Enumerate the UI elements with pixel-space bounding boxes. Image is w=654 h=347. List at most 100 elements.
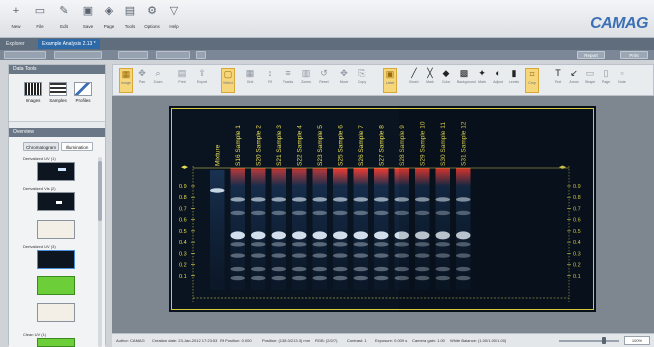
thumbnail-1[interactable] xyxy=(37,162,75,181)
mark2-icon: ✦ xyxy=(478,68,486,78)
tool-pan-button[interactable]: ✥ Pan xyxy=(135,68,149,93)
rf-label-left: 0.5 xyxy=(179,229,187,235)
band xyxy=(292,253,307,258)
tool-zoom-button[interactable]: ⌕ Zoom xyxy=(151,68,165,93)
toolbar2-add-button[interactable] xyxy=(196,51,206,59)
tool-shape-button[interactable]: ▭ Shape xyxy=(583,68,597,93)
tool-arrow-button[interactable]: ↙ Arrow xyxy=(567,68,581,93)
band xyxy=(251,266,266,272)
tool-color-button[interactable]: ◆ Color xyxy=(439,68,453,93)
options-button[interactable]: ⚙ Options xyxy=(142,3,162,35)
band xyxy=(271,197,286,202)
tool-page2-button[interactable]: ▯ Page xyxy=(599,68,613,93)
print-button[interactable]: Print xyxy=(620,51,648,59)
tool-brush-button[interactable]: ╱ Brush xyxy=(407,68,421,93)
tool-image-button[interactable]: ▦ Image xyxy=(119,68,133,93)
tool-background-button[interactable]: ▩ Background xyxy=(457,68,476,93)
zoom-slider-thumb[interactable] xyxy=(602,337,606,344)
tools-button[interactable]: ▤ Tools xyxy=(120,3,140,35)
track-lane xyxy=(353,170,368,290)
crop-icon: ⌗ xyxy=(529,69,535,79)
status-white-balance: White Balance: (1.00/1.00/1.00) xyxy=(450,338,507,343)
tab-illumination[interactable]: Illumination xyxy=(61,142,93,151)
band xyxy=(353,266,368,272)
rf-label-left: 0.6 xyxy=(179,218,187,224)
zoom-slider[interactable] xyxy=(559,340,619,342)
band xyxy=(353,210,368,216)
levels-icon: ▮ xyxy=(511,68,517,78)
tool-copy-button[interactable]: ⎘ Copy xyxy=(355,68,369,93)
thumbnail-label: Derivatized UV (1) xyxy=(23,156,56,161)
thumbnail-5[interactable] xyxy=(37,276,75,295)
save-button[interactable]: ▣ Save xyxy=(78,3,98,35)
tool-select-button[interactable]: ▢ Select xyxy=(221,68,235,93)
band xyxy=(251,231,266,240)
tool-note-button[interactable]: ▫ Note xyxy=(615,68,629,93)
images-tool-button[interactable]: Images xyxy=(21,82,45,112)
tool-crop-button[interactable]: ⌗ Crop xyxy=(525,68,539,93)
reset-icon: ↺ xyxy=(320,68,328,78)
band xyxy=(292,231,307,240)
report-button[interactable]: Report xyxy=(577,51,605,59)
samples-icon xyxy=(49,82,67,96)
band xyxy=(230,210,245,216)
status-rgb: RGB: (2/2/7) xyxy=(315,338,338,343)
tool-rf-button[interactable]: ↕ Rf xyxy=(263,68,277,93)
file-button[interactable]: ▭ File xyxy=(30,3,50,35)
toolbar2-button-4[interactable] xyxy=(156,51,190,59)
band xyxy=(312,242,327,247)
band xyxy=(210,188,225,193)
help-icon: ▽ xyxy=(169,5,179,17)
tab-chromatogram[interactable]: Chromatogram xyxy=(23,142,59,151)
toolbar2-button-3[interactable] xyxy=(118,51,148,59)
thumbnail-6[interactable] xyxy=(37,303,75,322)
page-icon: ◈ xyxy=(104,5,114,17)
solvent-front xyxy=(292,168,307,186)
track-label: S20 Sample 2 xyxy=(255,125,262,166)
band xyxy=(251,210,266,216)
tool-mark2-button[interactable]: ✦ Mark xyxy=(475,68,489,93)
overview-scrollbar[interactable] xyxy=(98,157,102,347)
thumbnail-7[interactable] xyxy=(37,338,75,347)
pan-icon: ✥ xyxy=(138,68,146,78)
tool-text-button[interactable]: T Text xyxy=(551,68,565,93)
status-contrast: Contrast: 1 xyxy=(347,338,367,343)
thumbnail-3[interactable] xyxy=(37,220,75,239)
rf-label-left: 0.9 xyxy=(179,184,187,190)
tool-print-button[interactable]: ▤ Print xyxy=(175,68,189,93)
tool-label-button[interactable]: ▣ Label xyxy=(383,68,397,93)
camag-logo: CAMAG xyxy=(590,15,648,32)
samples-tool-button[interactable]: Samples xyxy=(46,82,70,112)
image-icon: ▦ xyxy=(121,69,131,79)
solvent-front xyxy=(271,168,286,186)
tool-move-button[interactable]: ✥ Move xyxy=(337,68,351,93)
page-button[interactable]: ◈ Page xyxy=(99,3,119,35)
tab-example-analysis[interactable]: Example Analysis 2.13 * xyxy=(38,39,100,49)
tool-tracks-button[interactable]: ≡ Tracks xyxy=(281,68,295,93)
band xyxy=(353,197,368,202)
thumbnail-4[interactable] xyxy=(37,250,75,269)
tab-explorer[interactable]: Explorer xyxy=(2,39,29,49)
thumbnail-2[interactable] xyxy=(37,192,75,211)
toolbar2-button-1[interactable] xyxy=(4,51,46,59)
toolbar2-button-2[interactable] xyxy=(54,51,102,59)
tool-levels-button[interactable]: ▮ Levels xyxy=(507,68,521,93)
band xyxy=(251,197,266,202)
status-author: Author: CAMAG xyxy=(116,338,145,343)
new-button[interactable]: + New xyxy=(6,3,26,35)
track-label: Mixture xyxy=(214,144,221,166)
tool-reset-button[interactable]: ↺ Reset xyxy=(317,68,331,93)
band xyxy=(374,197,389,202)
tool-zones-button[interactable]: ▥ Zones xyxy=(299,68,313,93)
profiles-tool-button[interactable]: Profiles xyxy=(71,82,95,112)
scrollbar-thumb[interactable] xyxy=(98,161,102,221)
tool-export-button[interactable]: ⇪ Export xyxy=(195,68,209,93)
tool-adjust-button[interactable]: ◐ Adjust xyxy=(491,68,505,93)
edit-button[interactable]: ✎ Edit xyxy=(54,3,74,35)
tool-grid-button[interactable]: ▦ Grid xyxy=(243,68,257,93)
tool-mark-button[interactable]: ╳ Mark xyxy=(423,68,437,93)
zoom-level[interactable]: 100% xyxy=(624,336,650,345)
tool-label: Zoom xyxy=(153,80,163,84)
help-button[interactable]: ▽ Help xyxy=(164,3,184,35)
tool-label: Note xyxy=(618,80,626,84)
